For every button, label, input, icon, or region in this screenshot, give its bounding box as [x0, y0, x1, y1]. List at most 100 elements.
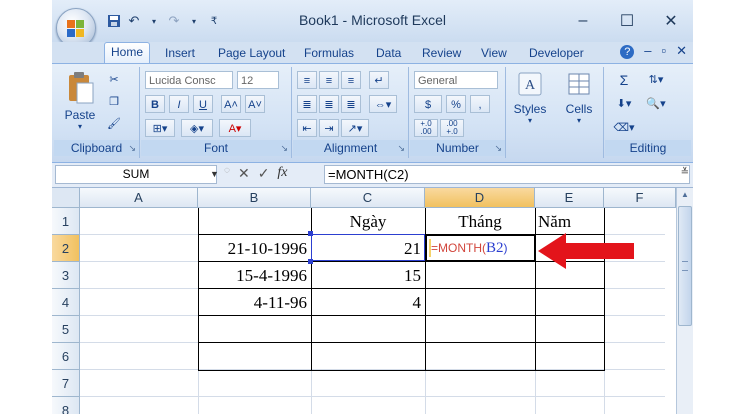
decrease-indent-icon[interactable]: ⇤	[297, 119, 317, 137]
vertical-scrollbar[interactable]: ▲	[676, 188, 693, 414]
minimize-button[interactable]: –	[561, 8, 605, 34]
ribbon: Paste ▾ ✂ ❐ 🖌 Clipboard ↘ Lucida Consc 1…	[52, 63, 693, 163]
decrease-decimal-button[interactable]: .00 +.0	[440, 119, 464, 137]
font-name-combo[interactable]: Lucida Consc	[145, 71, 233, 89]
align-top-icon[interactable]: ≡	[297, 71, 317, 89]
borders-icon[interactable]: ⊞▾	[145, 119, 175, 137]
bold-button[interactable]: B	[145, 95, 165, 113]
gridline	[80, 396, 665, 397]
tab-page-layout[interactable]: Page Layout	[218, 44, 285, 63]
wrap-text-icon[interactable]: ↵	[369, 71, 389, 89]
paste-button[interactable]: Paste ▾	[60, 71, 100, 131]
expand-formula-bar-icon[interactable]: ≚	[681, 167, 689, 178]
align-bottom-icon[interactable]: ≡	[341, 71, 361, 89]
col-header-f[interactable]: F	[604, 188, 676, 208]
scroll-up-icon[interactable]: ▲	[679, 190, 691, 202]
insert-function-button[interactable]: fx	[277, 165, 287, 182]
row-header-3[interactable]: 3	[52, 262, 80, 289]
tab-insert[interactable]: Insert	[165, 44, 195, 63]
col-header-c[interactable]: C	[311, 188, 425, 208]
fill-color-icon[interactable]: ◈▾	[181, 119, 213, 137]
number-format-combo[interactable]: General	[414, 71, 498, 89]
col-header-a[interactable]: A	[80, 188, 198, 208]
currency-button[interactable]: $	[414, 95, 442, 113]
cell-b3[interactable]: 15-4-1996	[198, 262, 307, 289]
tab-formulas[interactable]: Formulas	[304, 44, 354, 63]
fill-icon[interactable]: ⬇▾	[611, 95, 637, 113]
font-color-icon[interactable]: A▾	[219, 119, 251, 137]
find-select-icon[interactable]: 🔍▾	[643, 95, 669, 113]
close-button[interactable]: ✕	[649, 8, 693, 34]
shrink-font-icon[interactable]: A˅	[245, 95, 265, 113]
help-icon[interactable]: ?	[620, 45, 635, 59]
number-group: General $ % , +.0 .00 .00 +.0 Number ↘	[410, 67, 506, 158]
alignment-launcher-icon[interactable]: ↘	[397, 143, 405, 154]
cell-c3[interactable]: 15	[311, 262, 421, 289]
font-size-combo[interactable]: 12	[237, 71, 279, 89]
name-box-dropdown-icon[interactable]: ▼	[210, 169, 219, 179]
styles-button[interactable]: A Styles ▾	[509, 71, 551, 125]
copy-icon[interactable]: ❐	[104, 93, 124, 111]
increase-indent-icon[interactable]: ⇥	[319, 119, 339, 137]
ribbon-restore-icon[interactable]: ▫	[661, 43, 666, 59]
underline-button[interactable]: U	[193, 95, 213, 113]
font-launcher-icon[interactable]: ↘	[280, 143, 288, 154]
more-functions-icon[interactable]: ◌	[224, 165, 230, 182]
name-box[interactable]: SUM	[55, 165, 217, 184]
italic-button[interactable]: I	[169, 95, 189, 113]
cell-b2[interactable]: 21-10-1996	[198, 235, 307, 262]
tab-data[interactable]: Data	[376, 44, 401, 63]
tab-developer[interactable]: Developer	[529, 44, 584, 63]
active-cell-d2[interactable]: =MONTH(B2)	[425, 234, 536, 262]
merge-center-icon[interactable]: ⇔▾	[369, 95, 397, 113]
align-middle-icon[interactable]: ≡	[319, 71, 339, 89]
sort-filter-icon[interactable]: ⇅▾	[643, 71, 669, 89]
row-header-1[interactable]: 1	[52, 208, 80, 235]
grow-font-icon[interactable]: A˄	[221, 95, 241, 113]
reference-handle[interactable]	[308, 259, 313, 264]
row-header-7[interactable]: 7	[52, 370, 80, 397]
cell-c4[interactable]: 4	[311, 289, 422, 316]
comma-button[interactable]: ,	[470, 95, 490, 113]
row-header-6[interactable]: 6	[52, 343, 80, 370]
scroll-thumb[interactable]	[678, 206, 692, 326]
col-header-e[interactable]: E	[535, 188, 604, 208]
col-header-d[interactable]: D	[425, 188, 535, 208]
clipboard-launcher-icon[interactable]: ↘	[128, 143, 136, 154]
reference-handle[interactable]	[308, 231, 313, 236]
cancel-icon[interactable]: ✕	[238, 165, 250, 182]
ribbon-minimize-icon[interactable]: –	[644, 43, 651, 59]
formula-input[interactable]: =MONTH(C2)	[324, 165, 690, 184]
cell-d1[interactable]: Tháng	[425, 208, 535, 235]
cut-icon[interactable]: ✂	[104, 71, 124, 89]
cell-b4[interactable]: 4-11-96	[198, 289, 307, 316]
align-center-icon[interactable]: ≣	[319, 95, 339, 113]
clear-icon[interactable]: ⌫▾	[611, 119, 637, 137]
tab-home[interactable]: Home	[104, 42, 151, 64]
maximize-button[interactable]: ☐	[605, 8, 649, 34]
cells-button[interactable]: Cells ▾	[558, 71, 600, 125]
worksheet-grid[interactable]: A B C D E F 1 2 3 4 5 6 7 8 Ngày Tháng N…	[52, 188, 693, 414]
row-header-2[interactable]: 2	[52, 235, 80, 262]
increase-decimal-button[interactable]: +.0 .00	[414, 119, 438, 137]
col-header-b[interactable]: B	[198, 188, 311, 208]
align-left-icon[interactable]: ≣	[297, 95, 317, 113]
enter-icon[interactable]: ✓	[258, 165, 270, 182]
align-right-icon[interactable]: ≣	[341, 95, 361, 113]
clipboard-group: Paste ▾ ✂ ❐ 🖌 Clipboard ↘	[54, 67, 140, 158]
percent-button[interactable]: %	[446, 95, 466, 113]
row-header-4[interactable]: 4	[52, 289, 80, 316]
row-header-5[interactable]: 5	[52, 316, 80, 343]
cell-c1[interactable]: Ngày	[311, 208, 425, 235]
number-launcher-icon[interactable]: ↘	[494, 143, 502, 154]
autosum-button[interactable]: Σ	[611, 71, 637, 89]
orientation-icon[interactable]: ↗▾	[341, 119, 369, 137]
ribbon-close-icon[interactable]: ✕	[676, 43, 687, 59]
row-header-8[interactable]: 8	[52, 397, 80, 414]
select-all-corner[interactable]	[52, 188, 80, 208]
tab-review[interactable]: Review	[422, 44, 461, 63]
excel-window: ↶ ▾ ↷ ▾ ₹ Book1 - Microsoft Excel – ☐ ✕ …	[52, 0, 693, 414]
format-painter-icon[interactable]: 🖌	[104, 115, 124, 133]
tab-view[interactable]: View	[481, 44, 507, 63]
cells-label: Cells	[565, 102, 593, 116]
